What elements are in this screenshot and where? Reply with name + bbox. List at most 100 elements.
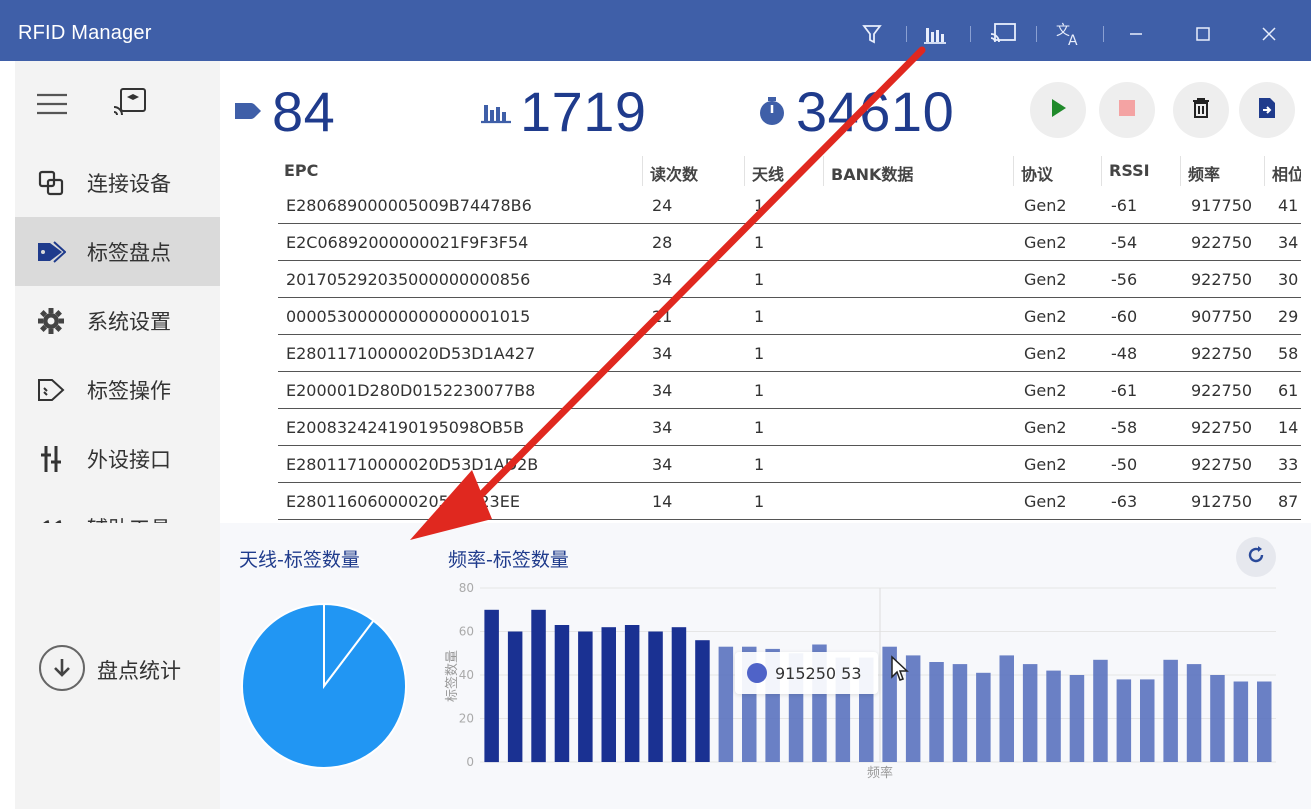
cell-antenna: 1 <box>754 455 765 474</box>
chart-bar[interactable] <box>1140 679 1155 762</box>
rfid-reader-icon[interactable] <box>111 85 151 123</box>
sidebar-item-tag-operation[interactable]: 标签操作 <box>15 355 220 424</box>
stop-button[interactable] <box>1099 82 1155 138</box>
cell-epc: 201705292035000000000856 <box>286 270 531 289</box>
cell-epc: E200001D280D0152230077B8 <box>286 381 536 400</box>
translate-icon[interactable]: 文A <box>1049 14 1089 54</box>
chart-bar[interactable] <box>1257 681 1272 763</box>
chart-bar[interactable] <box>1186 664 1202 762</box>
chart-bar[interactable] <box>999 655 1015 762</box>
chart-bar[interactable] <box>648 631 663 763</box>
inventory-stats-label[interactable]: 盘点统计 <box>97 655 181 685</box>
cell-read-count: 28 <box>652 233 673 252</box>
chart-bar[interactable] <box>531 609 546 763</box>
cell-phase: 14 <box>1278 418 1299 437</box>
export-button[interactable] <box>1239 82 1295 138</box>
chart-bar[interactable] <box>929 662 944 762</box>
column-header-phase[interactable]: 相位 <box>1272 161 1301 185</box>
chart-bar[interactable] <box>1022 664 1038 762</box>
cell-read-count: 34 <box>652 381 673 400</box>
cast-screen-icon[interactable] <box>983 14 1023 54</box>
chart-bar[interactable] <box>624 625 640 762</box>
title-bar: RFID Manager 文A <box>0 0 1311 61</box>
tooltip-count: 53 <box>841 663 862 683</box>
chart-bar[interactable] <box>976 672 991 762</box>
refresh-icon <box>1246 545 1266 569</box>
chart-y-tick: 80 <box>459 581 474 595</box>
column-header-rssi[interactable]: RSSI <box>1109 161 1150 180</box>
sidebar-item-inventory[interactable]: 标签盘点 <box>15 217 220 286</box>
cell-rssi: -54 <box>1111 233 1138 252</box>
cell-frequency: 922750 <box>1191 455 1253 474</box>
cell-frequency: 922750 <box>1191 381 1253 400</box>
bar-chart-icon[interactable] <box>915 14 955 54</box>
title-separator <box>970 26 971 42</box>
refresh-button[interactable] <box>1236 537 1276 577</box>
chart-bar[interactable] <box>507 631 523 763</box>
clear-button[interactable] <box>1173 82 1229 138</box>
antenna-chart-title: 天线-标签数量 <box>239 549 360 571</box>
table-row[interactable]: 201705292035000000000856 34 1 Gen2 -56 9… <box>278 261 1301 298</box>
table-row[interactable]: E28011710000020D53D1A427 34 1 Gen2 -48 9… <box>278 335 1301 372</box>
tooltip-frequency: 915250 <box>775 663 837 683</box>
table-row[interactable]: E200001D280D0152230077B8 34 1 Gen2 -61 9… <box>278 372 1301 409</box>
chart-bar[interactable] <box>484 609 499 763</box>
cell-protocol: Gen2 <box>1024 492 1067 511</box>
cell-protocol: Gen2 <box>1024 344 1067 363</box>
chart-bar[interactable] <box>1116 679 1132 762</box>
chart-bar[interactable] <box>578 631 593 763</box>
filter-icon[interactable] <box>852 14 892 54</box>
chart-bar[interactable] <box>952 664 968 762</box>
column-header-epc[interactable]: EPC <box>284 161 318 180</box>
download-icon[interactable] <box>39 645 85 691</box>
chart-bar[interactable] <box>1046 670 1061 762</box>
cell-epc: E2C06892000000021F9F3F54 <box>286 233 529 252</box>
chart-bar[interactable] <box>1069 675 1085 762</box>
cell-epc: E200832424190195098OB5B <box>286 418 525 437</box>
cell-frequency: 922750 <box>1191 418 1253 437</box>
sidebar-item-peripheral[interactable]: 外设接口 <box>15 424 220 493</box>
column-header-protocol[interactable]: 协议 <box>1021 161 1053 185</box>
sidebar-item-tools[interactable]: 辅助工具 <box>15 493 220 523</box>
column-header-read-count[interactable]: 读次数 <box>650 161 698 185</box>
table-row[interactable]: E28011606000020583423EE 14 1 Gen2 -63 91… <box>278 483 1301 520</box>
column-header-antenna[interactable]: 天线 <box>752 161 784 185</box>
chart-bar[interactable] <box>695 640 710 762</box>
chart-bar[interactable] <box>1210 675 1225 762</box>
cell-phase: 30 <box>1278 270 1299 289</box>
menu-icon[interactable] <box>35 91 69 121</box>
column-header-frequency[interactable]: 频率 <box>1188 161 1220 185</box>
cell-read-count: 34 <box>652 344 673 363</box>
cell-frequency: 917750 <box>1191 196 1253 215</box>
chart-bar[interactable] <box>1233 681 1249 763</box>
chart-bar[interactable] <box>601 627 617 762</box>
sidebar-item-connect[interactable]: 连接设备 <box>15 148 220 217</box>
column-header-bank[interactable]: BANK数据 <box>831 161 913 185</box>
cell-protocol: Gen2 <box>1024 418 1067 437</box>
cell-epc: E28011710000020D53D1A427 <box>286 344 536 363</box>
chart-bar[interactable] <box>554 625 570 762</box>
table-row[interactable]: E2C06892000000021F9F3F54 28 1 Gen2 -54 9… <box>278 224 1301 261</box>
chart-bar[interactable] <box>718 646 734 762</box>
export-icon <box>1257 96 1277 124</box>
sidebar-item-label: 外设接口 <box>87 447 171 472</box>
sidebar-item-settings[interactable]: 系统设置 <box>15 286 220 355</box>
cell-antenna: 1 <box>754 344 765 363</box>
cell-phase: 87 <box>1278 492 1299 511</box>
chart-y-tick: 0 <box>466 755 474 769</box>
close-icon[interactable] <box>1249 14 1289 54</box>
chart-bar[interactable] <box>1093 659 1108 762</box>
table-row[interactable]: E28011710000020D53D1AD2B 34 1 Gen2 -50 9… <box>278 446 1301 483</box>
table-row[interactable]: E200832424190195098OB5B 34 1 Gen2 -58 92… <box>278 409 1301 446</box>
column-separator <box>1013 156 1014 186</box>
chart-bar[interactable] <box>671 627 687 762</box>
table-row[interactable]: E280689000005009B74478B6 24 1 Gen2 -61 9… <box>278 187 1301 224</box>
chart-bar[interactable] <box>1163 659 1178 762</box>
table-row[interactable]: 000053000000000000001015 21 1 Gen2 -60 9… <box>278 298 1301 335</box>
minimize-icon[interactable] <box>1116 14 1156 54</box>
start-button[interactable] <box>1030 82 1086 138</box>
tag-count-stat: 84 <box>230 80 335 143</box>
cell-phase: 41 <box>1278 196 1299 215</box>
cell-read-count: 24 <box>652 196 673 215</box>
maximize-icon[interactable] <box>1183 14 1223 54</box>
